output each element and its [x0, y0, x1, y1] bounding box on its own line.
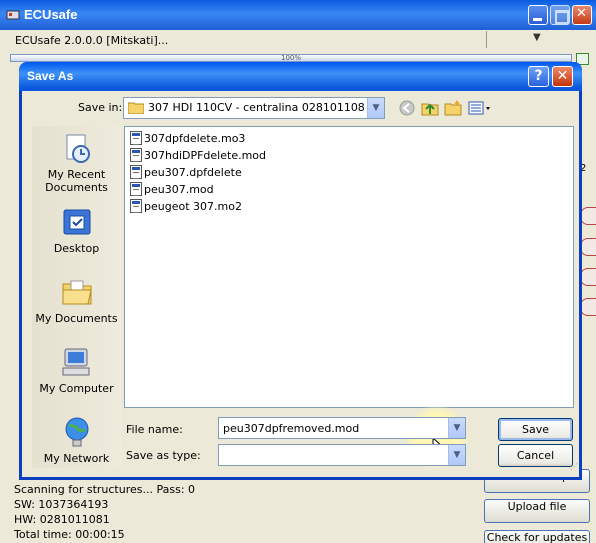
file-item[interactable]: peugeot 307.mo2	[130, 198, 242, 214]
dialog-title: Save As	[27, 69, 74, 83]
file-name-combo[interactable]: ▼	[218, 417, 466, 439]
status-line: HW: 0281011081	[14, 513, 110, 526]
file-name-input[interactable]	[221, 420, 445, 436]
recent-documents-icon	[66, 134, 90, 163]
maximize-button[interactable]	[550, 5, 570, 25]
file-item[interactable]: peu307.dpfdelete	[130, 164, 242, 180]
file-icon	[130, 165, 142, 179]
side-button-4[interactable]	[580, 298, 596, 316]
chevron-down-icon: ▼	[367, 98, 384, 118]
mode-select[interactable]: ▼	[486, 31, 572, 48]
help-button[interactable]: ?	[528, 66, 549, 87]
chevron-down-icon: ▼	[533, 32, 541, 43]
save-as-type-label: Save as type:	[126, 449, 201, 462]
app-icon	[6, 10, 20, 20]
back-icon[interactable]	[398, 99, 416, 117]
place-my-network[interactable]: My Network	[32, 416, 121, 465]
place-my-documents[interactable]: My Documents	[32, 276, 121, 325]
minimize-button[interactable]	[528, 5, 548, 25]
my-documents-icon	[62, 280, 92, 305]
version-label: ECUsafe 2.0.0.0 [Mitskati]...	[15, 34, 169, 47]
up-folder-icon[interactable]	[421, 99, 439, 117]
save-as-dialog: Save As ? ✕ Save in: 307 HDI 110CV - cen…	[19, 62, 582, 480]
check-updates-button[interactable]: Check for updates	[484, 530, 590, 543]
file-icon	[130, 131, 142, 145]
status-line: SW: 1037364193	[14, 498, 109, 511]
file-name-label: File name:	[126, 423, 183, 436]
save-in-value: 307 HDI 110CV - centralina 0281011081 - …	[148, 101, 366, 114]
place-my-computer[interactable]: My Computer	[32, 346, 121, 395]
file-item[interactable]: peu307.mod	[130, 181, 214, 197]
ecusafe-title: ECUsafe	[24, 7, 78, 22]
cancel-button[interactable]: Cancel	[498, 444, 573, 467]
side-button-3[interactable]	[580, 268, 596, 286]
dialog-titlebar[interactable]: Save As ? ✕	[19, 62, 582, 91]
status-line: Scanning for structures... Pass: 0	[14, 483, 196, 496]
file-item[interactable]: 307hdiDPFdelete.mod	[130, 147, 266, 163]
place-desktop[interactable]: Desktop	[32, 206, 121, 255]
dialog-close-button[interactable]: ✕	[552, 66, 573, 87]
file-icon	[130, 182, 142, 196]
resize-grip-icon[interactable]: ⋰	[570, 462, 580, 472]
chevron-down-icon[interactable]: ▼	[448, 445, 465, 465]
file-item[interactable]: 307dpfdelete.mo3	[130, 130, 245, 146]
my-network-icon	[65, 417, 88, 447]
save-in-label: Save in:	[78, 101, 123, 114]
file-icon	[130, 148, 142, 162]
chevron-down-icon[interactable]: ▼	[448, 418, 465, 438]
desktop-icon	[63, 209, 90, 235]
file-list[interactable]: 307dpfdelete.mo3 307hdiDPFdelete.mod peu…	[124, 126, 574, 469]
status-log: Scanning for structures... Pass: 0 SW: 1…	[14, 482, 195, 542]
save-in-select[interactable]: 307 HDI 110CV - centralina 0281011081 - …	[123, 97, 385, 119]
side-button-2[interactable]	[580, 238, 596, 256]
upload-file-button[interactable]: Upload file	[484, 499, 590, 523]
progress-bar: 100%	[10, 54, 572, 62]
file-icon	[130, 199, 142, 213]
save-button[interactable]: Save	[498, 418, 573, 441]
folder-icon	[128, 102, 144, 114]
place-recent-documents[interactable]: My Recent Documents	[32, 132, 121, 194]
new-folder-icon[interactable]	[444, 99, 462, 117]
ecusafe-titlebar[interactable]: ECUsafe	[0, 0, 596, 30]
my-computer-icon	[62, 348, 89, 376]
side-button-1[interactable]	[580, 207, 596, 225]
places-bar: My Recent Documents Desktop My Documents…	[32, 126, 121, 468]
save-as-type-select[interactable]: ▼	[218, 444, 466, 466]
status-line: Total time: 00:00:15	[14, 528, 125, 541]
close-button[interactable]	[572, 5, 592, 25]
view-menu-icon[interactable]	[468, 99, 492, 117]
